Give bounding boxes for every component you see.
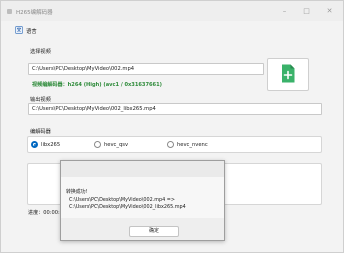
dialog-source-path: C:\Users\PC\Desktop\MyVideo\002.mp4 => bbox=[69, 197, 175, 203]
ok-button[interactable]: 确定 bbox=[129, 226, 179, 237]
radio-hevc-nvenc-label[interactable]: hevc_nvenc bbox=[177, 142, 208, 148]
maximize-icon[interactable]: □ bbox=[302, 7, 311, 16]
language-menu[interactable]: 语言 bbox=[26, 27, 37, 35]
radio-libx265[interactable] bbox=[31, 141, 38, 148]
output-path-text: C:\Users\PC\Desktop\MyVideo\002_libx265.… bbox=[32, 106, 156, 112]
radio-hevc-nvenc[interactable] bbox=[167, 141, 174, 148]
radio-hevc-qsv-label[interactable]: hevc_qsv bbox=[104, 142, 128, 148]
radio-hevc-qsv[interactable] bbox=[94, 141, 101, 148]
app-icon bbox=[7, 9, 12, 14]
dialog-title-bar[interactable] bbox=[61, 161, 224, 177]
language-icon[interactable] bbox=[15, 26, 23, 34]
menu-bar bbox=[1, 22, 343, 38]
minimize-icon[interactable]: – bbox=[280, 7, 289, 16]
add-file-icon bbox=[282, 64, 295, 83]
close-icon[interactable]: ✕ bbox=[325, 7, 334, 16]
encoder-group bbox=[27, 136, 322, 153]
dialog-message: 转换成功! bbox=[66, 189, 88, 195]
encoder-label: 编解码器 bbox=[30, 129, 51, 135]
radio-libx265-label[interactable]: libx265 bbox=[41, 142, 60, 148]
codec-info-text: 视频编解码器：h264 (High) (avc1 / 0x31637661) bbox=[32, 82, 162, 88]
output-path-field[interactable]: C:\Users\PC\Desktop\MyVideo\002_libx265.… bbox=[28, 103, 322, 115]
window-title: H265编解码器 bbox=[16, 10, 53, 16]
input-video-label: 选择视频 bbox=[30, 49, 51, 55]
output-video-label: 输出视频 bbox=[30, 97, 51, 103]
input-path-field[interactable]: C:\Users\PC\Desktop\MyVideo\002.mp4 bbox=[28, 63, 264, 75]
dialog-output-path: C:\Users\PC\Desktop\MyVideo\002_libx265.… bbox=[69, 204, 186, 210]
input-path-text: C:\Users\PC\Desktop\MyVideo\002.mp4 bbox=[32, 66, 135, 72]
